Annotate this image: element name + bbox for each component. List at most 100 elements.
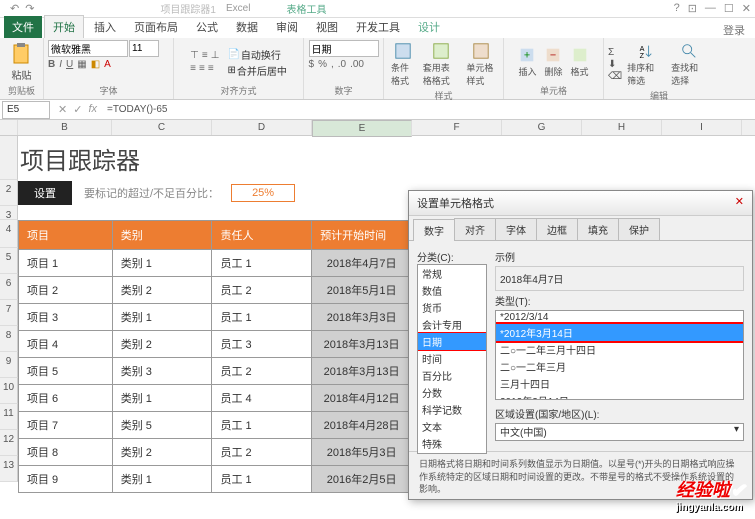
col-d[interactable]: D [212,120,312,135]
row-header[interactable]: 5 [0,248,18,274]
font-name-select[interactable] [48,40,128,57]
fx-icon[interactable]: fx [88,103,97,116]
col-b[interactable]: B [18,120,112,135]
table-row[interactable]: 项目 2类别 2员工 22018年5月1日 [19,277,412,304]
cell-date[interactable]: 2016年2月5日 [312,466,412,493]
table-row[interactable]: 项目 6类别 1员工 42018年4月12日 [19,385,412,412]
category-item[interactable]: 分数 [418,384,486,401]
category-item[interactable]: 百分比 [418,367,486,384]
cell-category[interactable]: 类别 1 [112,250,212,277]
row-header[interactable]: 10 [0,378,18,404]
dialog-close-icon[interactable]: ✕ [735,195,744,211]
currency-icon[interactable]: $ [309,59,315,70]
tab-file[interactable]: 文件 [4,16,42,38]
category-item[interactable]: 自定义 [418,452,486,454]
col-c[interactable]: C [112,120,212,135]
cell-owner[interactable]: 员工 4 [212,385,312,412]
type-item[interactable]: 三月十四日 [496,375,743,392]
table-row[interactable]: 项目 1类别 1员工 12018年4月7日 [19,250,412,277]
help-icon[interactable]: ? [674,2,680,15]
align-top-icon[interactable]: ⊤ [190,50,199,61]
dec-dec-icon[interactable]: .00 [350,59,364,70]
find-select-button[interactable]: 查找和选择 [668,40,710,89]
category-item[interactable]: 科学记数 [418,401,486,418]
align-center-icon[interactable]: ≡ [199,63,205,74]
percent-icon[interactable]: % [318,59,327,70]
minimize-icon[interactable]: — [705,2,716,15]
row-header[interactable]: 3 [0,206,18,220]
cell-project[interactable]: 项目 8 [19,439,113,466]
tab-insert[interactable]: 插入 [86,16,124,38]
row-header[interactable]: 6 [0,274,18,300]
category-item[interactable]: 时间 [418,350,486,367]
cell-category[interactable]: 类别 3 [112,358,212,385]
paste-button[interactable]: 粘贴 [7,40,37,84]
comma-icon[interactable]: , [331,59,334,70]
italic-button[interactable]: I [59,59,62,70]
tab-dev[interactable]: 开发工具 [348,16,408,38]
cell-category[interactable]: 类别 5 [112,412,212,439]
cell-date[interactable]: 2018年5月1日 [312,277,412,304]
close-icon[interactable]: ✕ [742,2,751,15]
col-h[interactable]: H [582,120,662,135]
tab-formulas[interactable]: 公式 [188,16,226,38]
cell-date[interactable]: 2018年5月3日 [312,439,412,466]
type-list[interactable]: *2012/3/14*2012年3月14日二○一二年三月十四日二○一二年三月三月… [495,310,744,400]
category-item[interactable]: 日期 [418,333,486,350]
th-owner[interactable]: 责任人 [212,221,312,250]
category-item[interactable]: 数值 [418,282,486,299]
table-row[interactable]: 项目 7类别 5员工 12018年4月28日 [19,412,412,439]
cell-project[interactable]: 项目 2 [19,277,113,304]
table-row[interactable]: 项目 9类别 1员工 12016年2月5日 [19,466,412,493]
type-item[interactable]: 2012年3月14日 [496,392,743,400]
cell-date[interactable]: 2018年4月7日 [312,250,412,277]
cell-project[interactable]: 项目 4 [19,331,113,358]
cell-date[interactable]: 2018年3月13日 [312,331,412,358]
insert-cell-button[interactable]: +插入 [515,44,539,80]
cell-category[interactable]: 类别 1 [112,466,212,493]
cell-date[interactable]: 2018年3月13日 [312,358,412,385]
category-item[interactable]: 常规 [418,265,486,282]
setup-button[interactable]: 设置 [18,181,72,205]
cell-date[interactable]: 2018年3月3日 [312,304,412,331]
align-mid-icon[interactable]: ≡ [202,50,208,61]
ribbon-opts-icon[interactable]: ⊡ [688,2,697,15]
cell-owner[interactable]: 员工 2 [212,439,312,466]
merge-button[interactable]: ⊞合并后居中 [227,63,286,78]
cond-format-button[interactable]: 条件格式 [388,40,418,89]
col-i[interactable]: I [662,120,742,135]
cancel-fx-icon[interactable]: ✕ [58,103,67,116]
row-header[interactable]: 12 [0,430,18,456]
table-format-button[interactable]: 套用表格格式 [420,40,462,89]
cell-owner[interactable]: 员工 1 [212,466,312,493]
clear-button[interactable]: ⌫ [608,71,622,82]
fill-color-button[interactable]: ◧ [91,59,100,70]
row-header[interactable]: 7 [0,300,18,326]
category-item[interactable]: 特殊 [418,435,486,452]
fill-button[interactable]: ⬇ [608,59,622,70]
bold-button[interactable]: B [48,59,55,70]
type-item[interactable]: 二○一二年三月 [496,358,743,375]
cell-project[interactable]: 项目 6 [19,385,113,412]
tab-data[interactable]: 数据 [228,16,266,38]
cell-category[interactable]: 类别 1 [112,385,212,412]
name-box[interactable]: E5 [2,101,50,119]
cell-owner[interactable]: 员工 3 [212,331,312,358]
col-f[interactable]: F [412,120,502,135]
formula-input[interactable]: =TODAY()-65 [103,104,755,115]
wrap-button[interactable]: 📄自动换行 [227,47,286,62]
border-button[interactable]: ▦ [77,59,86,70]
tab-review[interactable]: 审阅 [268,16,306,38]
th-category[interactable]: 类别 [112,221,212,250]
row-header[interactable]: 8 [0,326,18,352]
sort-filter-button[interactable]: AZ排序和筛选 [624,40,666,89]
row-header[interactable]: 4 [0,220,18,248]
cell-category[interactable]: 类别 2 [112,277,212,304]
delete-cell-button[interactable]: −删除 [541,44,565,80]
cell-style-button[interactable]: 单元格样式 [463,40,499,89]
cell-category[interactable]: 类别 2 [112,331,212,358]
table-row[interactable]: 项目 4类别 2员工 32018年3月13日 [19,331,412,358]
row-header[interactable]: 13 [0,456,18,482]
table-row[interactable]: 项目 5类别 3员工 22018年3月13日 [19,358,412,385]
select-all-corner[interactable] [0,120,18,135]
